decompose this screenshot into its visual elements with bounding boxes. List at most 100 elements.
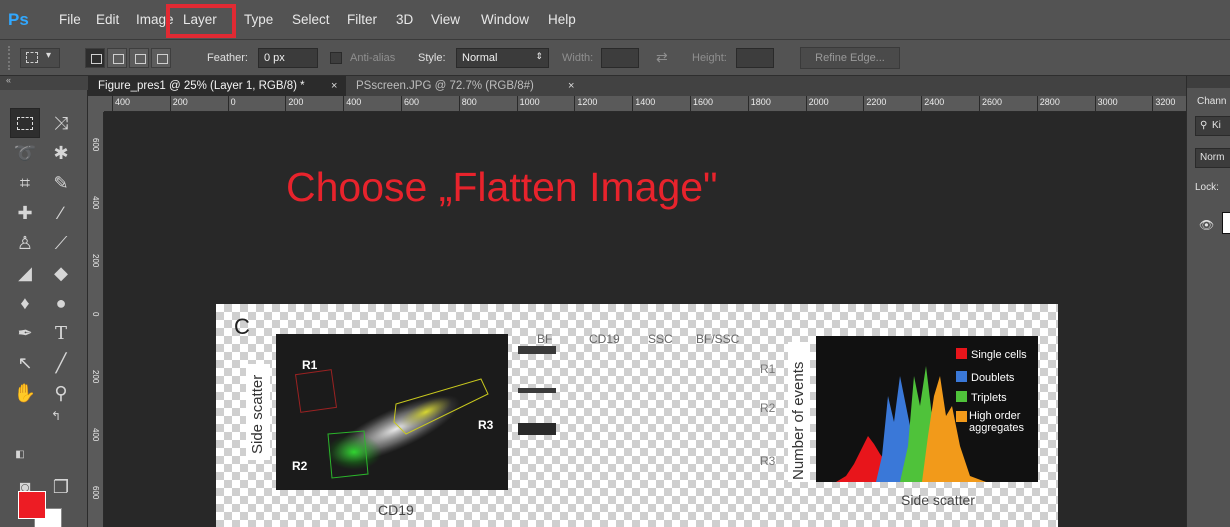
lasso-tool-icon[interactable]: ➰ xyxy=(10,138,40,168)
channels-tab[interactable]: Chann xyxy=(1197,96,1226,107)
column-label-cd19: CD19 xyxy=(589,332,620,346)
kind-filter-label: Ki xyxy=(1212,120,1221,131)
collapse-arrows-icon[interactable]: « xyxy=(6,75,11,85)
menu-window[interactable]: Window xyxy=(481,12,529,27)
intersect-selection-button[interactable] xyxy=(151,48,171,68)
region-label-r1: R1 xyxy=(302,358,318,372)
menu-view[interactable]: View xyxy=(431,12,460,27)
tools-panel-header[interactable]: « xyxy=(0,75,88,90)
close-icon[interactable]: × xyxy=(568,76,574,96)
tool-preset-picker[interactable]: ▾ xyxy=(20,48,60,68)
ruler-tick xyxy=(1094,96,1096,112)
vertical-ruler[interactable]: 600 400 200 0 200 400 600 xyxy=(88,112,104,527)
rectangular-marquee-tool-icon[interactable] xyxy=(10,108,40,138)
cell-image-row-r2 xyxy=(518,388,556,393)
path-selection-tool-icon[interactable]: ↖ xyxy=(10,348,40,378)
brush-tool-icon[interactable]: ∕ xyxy=(46,198,76,228)
scatter-ylabel-box: Side scatter xyxy=(246,364,270,460)
default-colors-icon[interactable]: ◧ xyxy=(12,446,28,462)
ruler-tick xyxy=(401,96,402,112)
row-label-r2: R2 xyxy=(760,401,776,415)
ruler-corner[interactable] xyxy=(88,96,104,112)
ruler-tick-label: 3200 xyxy=(1155,97,1176,107)
crop-tool-icon[interactable]: ⌗ xyxy=(10,168,40,198)
ruler-tick-label: 800 xyxy=(461,97,477,107)
document-tab-bar: Figure_pres1 @ 25% (Layer 1, RGB/8) * × … xyxy=(88,76,1186,96)
move-tool-icon[interactable]: ⤨ xyxy=(46,108,76,138)
refine-edge-button[interactable]: Refine Edge... xyxy=(800,47,900,69)
foreground-color-swatch[interactable] xyxy=(18,491,46,519)
ruler-tick-label: 0 xyxy=(230,97,236,107)
ruler-tick xyxy=(574,96,576,112)
add-to-selection-button[interactable] xyxy=(107,48,127,68)
ruler-tick xyxy=(227,96,229,112)
height-input[interactable] xyxy=(736,48,774,68)
tab-psscreen[interactable]: PSscreen.JPG @ 72.7% (RGB/8#) xyxy=(346,76,576,96)
menu-help[interactable]: Help xyxy=(548,12,576,27)
kind-filter[interactable]: ⚲ Ki xyxy=(1195,116,1230,136)
menu-select[interactable]: Select xyxy=(292,12,330,27)
antialias-label: Anti-alias xyxy=(350,52,396,64)
close-icon[interactable]: × xyxy=(331,76,337,96)
photoshop-logo[interactable]: Ps xyxy=(8,10,36,32)
ruler-tick xyxy=(921,96,923,112)
updown-chevron-icon: ⇕ xyxy=(535,51,543,61)
legend-swatch-triplets xyxy=(956,391,967,402)
scatter-plot: R1 R2 R3 xyxy=(276,334,508,490)
clone-stamp-tool-icon[interactable]: ♙ xyxy=(10,228,40,258)
pen-tool-icon[interactable]: ✒ xyxy=(10,318,40,348)
grip-handle[interactable] xyxy=(8,46,12,70)
panel-dock-strip[interactable] xyxy=(1187,76,1230,88)
type-tool-icon[interactable]: T xyxy=(46,318,76,348)
new-selection-button[interactable] xyxy=(85,48,105,68)
document-figure[interactable]: C Side scatter R1 R2 R3 CD19 BF CD19 SSC… xyxy=(216,304,1058,527)
menu-type[interactable]: Type xyxy=(244,12,273,27)
history-brush-tool-icon[interactable]: ⟋ xyxy=(46,228,76,258)
menu-filter[interactable]: Filter xyxy=(347,12,377,27)
ruler-tick xyxy=(747,96,749,112)
layer-menu-highlight xyxy=(166,4,236,38)
horizontal-ruler[interactable]: 400 200 0 200 400 600 800 1000 1200 1400 1600 1800 2… xyxy=(104,96,1186,112)
ruler-tick-label: 400 xyxy=(115,97,131,107)
instruction-text: Choose „Flatten Image" xyxy=(286,164,718,210)
histogram-ylabel-box: Number of events xyxy=(788,342,810,482)
menu-file[interactable]: File xyxy=(59,12,81,27)
menu-3d[interactable]: 3D xyxy=(396,12,413,27)
dodge-tool-icon[interactable]: ● xyxy=(46,288,76,318)
blend-mode-select[interactable]: Norm xyxy=(1195,148,1230,168)
swap-colors-icon[interactable]: ↰ xyxy=(46,406,66,426)
ruler-tick xyxy=(979,96,980,112)
width-input[interactable] xyxy=(601,48,639,68)
ruler-tick-label: 200 xyxy=(91,370,100,384)
ruler-tick-label: 1600 xyxy=(693,97,714,107)
feather-input[interactable]: 0 px xyxy=(258,48,318,68)
layer-thumbnail[interactable] xyxy=(1222,212,1230,234)
ruler-tick-label: 400 xyxy=(346,97,362,107)
eraser-tool-icon[interactable]: ◢ xyxy=(10,258,40,288)
subtract-from-selection-button[interactable] xyxy=(129,48,149,68)
paint-bucket-tool-icon[interactable]: ◆ xyxy=(46,258,76,288)
zoom-tool-icon[interactable]: ⚲ xyxy=(46,378,76,408)
ruler-tick xyxy=(112,96,113,112)
magic-wand-tool-icon[interactable]: ✱ xyxy=(46,138,76,168)
blur-tool-icon[interactable]: ♦ xyxy=(10,288,40,318)
ruler-tick-label: 2000 xyxy=(808,97,829,107)
swap-arrows-icon[interactable]: ⇄ xyxy=(656,49,668,66)
eyedropper-tool-icon[interactable]: ✎ xyxy=(46,168,76,198)
tab-title: Figure_pres1 @ 25% (Layer 1, RGB/8) * xyxy=(98,80,305,92)
width-label: Width: xyxy=(562,52,594,64)
hand-tool-icon[interactable]: ✋ xyxy=(10,378,40,408)
screen-mode-icon[interactable]: ❐ xyxy=(46,472,76,502)
antialias-checkbox[interactable] xyxy=(330,52,342,64)
style-select-value: Normal xyxy=(462,52,498,64)
line-tool-icon[interactable]: ╱ xyxy=(46,348,76,378)
ruler-tick-label: 1400 xyxy=(635,97,656,107)
tab-figure-pres1[interactable]: Figure_pres1 @ 25% (Layer 1, RGB/8) * xyxy=(88,76,346,96)
menu-edit[interactable]: Edit xyxy=(96,12,119,27)
column-label-bf: BF xyxy=(537,332,553,346)
legend-swatch-doublets xyxy=(956,371,967,382)
eye-icon[interactable]: 👁 xyxy=(1199,218,1214,232)
healing-brush-tool-icon[interactable]: ✚ xyxy=(10,198,40,228)
ruler-tick-label: 400 xyxy=(91,428,100,442)
style-select[interactable]: Normal ⇕ xyxy=(456,48,549,68)
